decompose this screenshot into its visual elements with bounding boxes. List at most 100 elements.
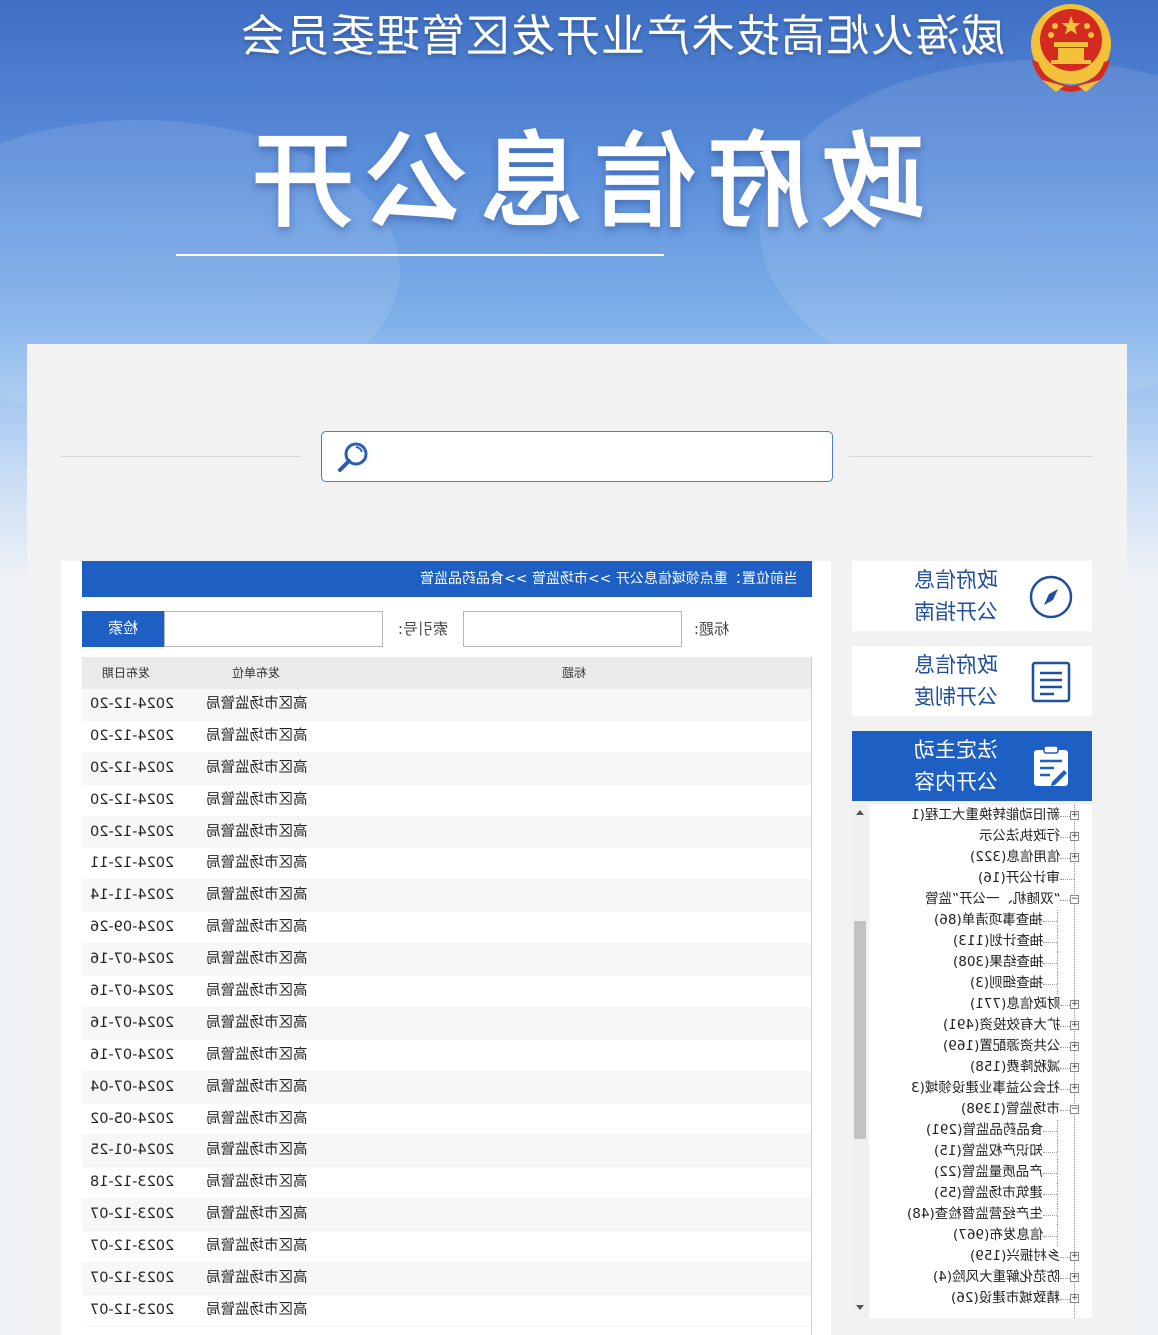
tree-item[interactable]: 精致城市建设(26) bbox=[872, 1288, 1060, 1309]
tree-item[interactable]: 知识产权监管(15) bbox=[872, 1141, 1043, 1162]
tree-item[interactable]: 乡村振兴(159) bbox=[872, 1246, 1060, 1267]
org-name: 威海火炬高技术产业开发区管理委员会 bbox=[240, 11, 1005, 62]
tree-item[interactable]: 财政信息(771) bbox=[872, 994, 1060, 1015]
tree-connector bbox=[1043, 1173, 1057, 1174]
filter-row: 检索 索引号: 标题: bbox=[82, 611, 812, 647]
sidebar-card-guide[interactable]: 政府信息公开指南 bbox=[852, 561, 1092, 631]
site-search-input[interactable] bbox=[374, 438, 820, 475]
tree-connector bbox=[1057, 931, 1058, 952]
tree-connector bbox=[1043, 1131, 1057, 1132]
tree-item[interactable]: 减税降费(158) bbox=[872, 1057, 1060, 1078]
tree-item[interactable]: 社会公益事业建设领域(3 bbox=[872, 1078, 1060, 1099]
info-list-panel: 当前位置：重点领域信息公开 >>市场监管 >>食品药品监管 检索 索引号: 标题… bbox=[61, 561, 831, 1335]
hero-title: 政府信息公开 bbox=[240, 123, 924, 242]
tree-item[interactable]: 抽查事项清单(86) bbox=[872, 910, 1043, 931]
tree-connector bbox=[1060, 879, 1074, 880]
tree-expand-toggle[interactable]: + bbox=[1070, 1000, 1079, 1009]
table-row[interactable]: · 2024年食品安全监督抽检信息公示（第一期）高区市场监管局2024-07-0… bbox=[82, 1071, 812, 1104]
sidebar-card-label: 政府信息公开指南 bbox=[914, 568, 998, 624]
filter-title-label: 标题: bbox=[694, 620, 730, 638]
sidebar-card-label: 政府信息公开制度 bbox=[914, 653, 998, 709]
tree-item[interactable]: 信息发布(967) bbox=[872, 1225, 1043, 1246]
table-row[interactable]: · 2024年11月份抽检101批次高区市场监管局2024-12-20 bbox=[82, 721, 812, 753]
tree-expand-toggle[interactable]: + bbox=[1070, 1063, 1079, 1072]
tree-item[interactable]: 公共资源配置(169) bbox=[872, 1036, 1060, 1057]
table-row[interactable]: · 2024年度药品零售企业检查情况（第一、二季度）高区市场监管局2024-07… bbox=[82, 1007, 812, 1040]
breadcrumb: 当前位置：重点领域信息公开 >>市场监管 >>食品药品监管 bbox=[82, 561, 812, 597]
table-row[interactable]: · 2024年度化妆品经营企业检查情况（第一、二季度）高区市场监管局2024-0… bbox=[82, 1040, 812, 1072]
tree-connector bbox=[1057, 973, 1058, 994]
tree-item[interactable]: 市场监管(1398) bbox=[872, 1099, 1060, 1120]
filter-index-input[interactable] bbox=[164, 611, 383, 647]
tree-connector bbox=[1057, 1120, 1058, 1141]
tree-connector bbox=[1043, 942, 1057, 943]
tree-item[interactable]: 生产经营监督检查(48) bbox=[872, 1204, 1043, 1225]
table-row[interactable]: · 2024年8月份抽检中健340批次高区市场监管局2024-12-20 bbox=[82, 752, 812, 785]
tree-item[interactable]: 抽查计划(113) bbox=[872, 931, 1043, 952]
sidebar-card-statutory-content[interactable]: 法定主动公开内容 bbox=[852, 731, 1092, 801]
table-row[interactable]: · 2023年度医疗器械经营企业检查情况（第三、四季度）高区市场监管局2023-… bbox=[82, 1263, 812, 1295]
tree-connector bbox=[1043, 963, 1057, 964]
table-scrollbar[interactable] bbox=[811, 657, 812, 1335]
tree-scrollbar[interactable] bbox=[852, 805, 869, 1318]
table-body: · 2024年食品抽检不合格风险控制及核查处置（第六期）高区市场监管局2024-… bbox=[82, 689, 812, 1327]
tree-connector bbox=[1057, 910, 1058, 931]
tree-connector bbox=[1043, 1152, 1057, 1153]
tree-item[interactable]: 建筑市场监管(55) bbox=[872, 1183, 1043, 1204]
tree-expand-toggle[interactable]: + bbox=[1070, 832, 1079, 841]
table-row[interactable]: · 2024年10月份抽检通标340批次高区市场监管局2024-12-20 bbox=[82, 785, 812, 817]
table-row[interactable]: · 2023年威海火炬高技术产业开发区流通领域中食品相关...高区市场监管局20… bbox=[82, 1167, 812, 1200]
tree-expand-toggle[interactable]: + bbox=[1070, 1294, 1079, 1303]
table-row[interactable]: · 2023年度化妆品经营企业检查情况（第三、四季度）高区市场监管局2023-1… bbox=[82, 1231, 812, 1264]
tree-item[interactable]: 抽查细则(3) bbox=[872, 973, 1043, 994]
table-row[interactable]: · 2024年食品抽检不合格风险控制及核查处置（第五期）高区市场监管局2024-… bbox=[82, 848, 812, 881]
search-icon[interactable] bbox=[334, 438, 374, 478]
table-row[interactable]: · 2024年6月份抽检安谱340批次高区市场监管局2024-12-20 bbox=[82, 816, 812, 849]
table-row[interactable]: · 2024年度药械使用企业检查情况（第一、二季度）高区市场监管局2024-07… bbox=[82, 976, 812, 1008]
divider bbox=[61, 456, 301, 457]
tree-connector bbox=[1057, 952, 1058, 973]
table-row[interactable]: · 2023年度药械使用单位检查情况（第三、四季度）高区市场监管局2023-12… bbox=[82, 1199, 812, 1232]
filter-search-button[interactable]: 检索 bbox=[82, 611, 164, 647]
tree-collapse-toggle[interactable]: − bbox=[1070, 1105, 1079, 1114]
tree-item[interactable]: 产品质量监管(22) bbox=[872, 1162, 1043, 1183]
tree-connector bbox=[1043, 984, 1057, 985]
filter-title-input[interactable] bbox=[463, 611, 682, 647]
scroll-up-arrow[interactable] bbox=[856, 810, 864, 815]
tree-item[interactable]: 行政执法公示 bbox=[872, 826, 1060, 847]
sidebar-card-rules[interactable]: 政府信息公开制度 bbox=[852, 646, 1092, 716]
tree-expand-toggle[interactable]: + bbox=[1070, 1252, 1079, 1261]
scroll-down-arrow[interactable] bbox=[856, 1305, 864, 1310]
tree-connector bbox=[1043, 1215, 1057, 1216]
table-row[interactable]: · 2024年食品抽检不合格风险控制及核查处置（第四期）高区市场监管局2024-… bbox=[82, 880, 812, 913]
tree-item[interactable]: 信用信息(322) bbox=[872, 847, 1060, 868]
tree-item[interactable]: 新旧动能转换重大工程(1 bbox=[872, 805, 1060, 826]
tree-item[interactable]: 食品药品监管(291) bbox=[872, 1120, 1043, 1141]
table-row[interactable]: · 2024年食品抽检不合格风险控制及核查处置（第六期）高区市场监管局2024-… bbox=[82, 689, 812, 721]
table-row[interactable]: · 2023年度药品零售企业检查情况（第三、四季度）高区市场监管局2023-12… bbox=[82, 1295, 812, 1327]
filter-index-label: 索引号: bbox=[398, 620, 449, 638]
table-row[interactable]: · 2024年食品抽检不合格风险控制及核查处置（第三期）高区市场监管局2024-… bbox=[82, 912, 812, 945]
tree-scroll-thumb[interactable] bbox=[854, 921, 866, 1139]
tree-connector bbox=[1043, 1194, 1057, 1195]
compass-icon bbox=[1029, 575, 1073, 619]
divider bbox=[849, 456, 1093, 457]
tree-item[interactable]: 防范化解重大风险(4) bbox=[872, 1267, 1060, 1288]
site-search-box[interactable] bbox=[321, 431, 833, 482]
table-row[interactable]: · 2024年度医疗器械经营企业检查情况（第一、二季度）高区市场监管局2024-… bbox=[82, 944, 812, 977]
tree-expand-toggle[interactable]: + bbox=[1070, 1021, 1079, 1030]
table-row[interactable]: · 2024年食品抽检不合格风险控制及核查处置（第二期）高区市场监管局2024-… bbox=[82, 1104, 812, 1136]
tree-item[interactable]: 抽查结果(308) bbox=[872, 952, 1043, 973]
tree-expand-toggle[interactable]: + bbox=[1070, 811, 1079, 820]
sidebar-card-label: 法定主动公开内容 bbox=[914, 738, 998, 794]
tree-expand-toggle[interactable]: + bbox=[1070, 1042, 1079, 1051]
tree-collapse-toggle[interactable]: − bbox=[1070, 895, 1079, 904]
tree-item[interactable]: “双随机、一公开”监管 bbox=[872, 889, 1061, 910]
tree-expand-toggle[interactable]: + bbox=[1070, 1273, 1079, 1282]
table-row[interactable]: · 2024年食品抽检不合格风险控制及核查处置（第一期）...高区市场监管局20… bbox=[82, 1135, 812, 1168]
tree-expand-toggle[interactable]: + bbox=[1070, 853, 1079, 862]
table-header: 发布日期 发布单位 标题 bbox=[82, 657, 812, 689]
tree-item[interactable]: 扩大有效投资(491) bbox=[872, 1015, 1060, 1036]
tree-item[interactable]: 审计公开(16) bbox=[872, 868, 1060, 889]
tree-expand-toggle[interactable]: + bbox=[1070, 1084, 1079, 1093]
